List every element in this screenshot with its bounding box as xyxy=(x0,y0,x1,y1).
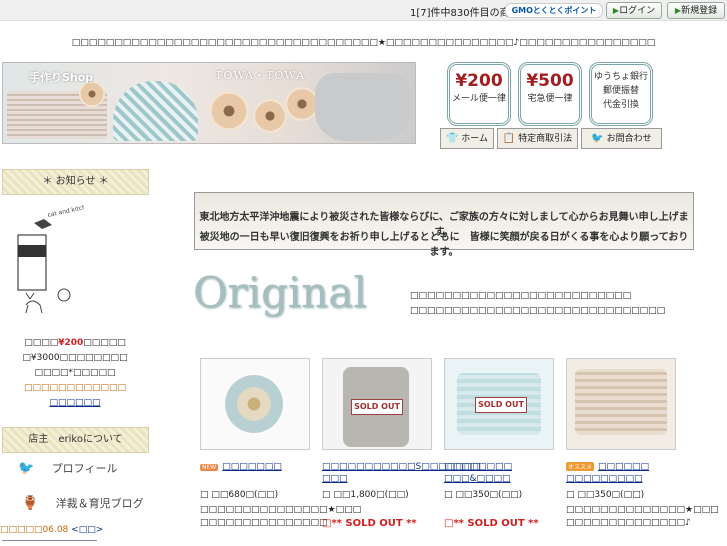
product-desc: □□□□□□□□□□□□□□♪ xyxy=(566,518,691,528)
product-name[interactable]: □□□□□□□□ xyxy=(444,462,512,472)
bird-icon: 🐦 xyxy=(591,133,604,144)
product-image-bag[interactable]: SOLD OUT xyxy=(322,358,432,450)
cat-kitchen-illustration: cat and kitchen xyxy=(17,202,94,314)
hat-image xyxy=(113,81,198,141)
courier-shipping-badge[interactable]: ¥500 宅急便一律 xyxy=(518,62,582,126)
badge-price: ¥500 xyxy=(526,71,574,91)
banner-brand-label: TOWA・TOWA xyxy=(215,69,306,82)
gmo-point-logo[interactable]: GMOとくとくポイント xyxy=(505,3,603,18)
note-line4: □□□□□□□□□□□□ xyxy=(23,383,127,393)
badge-price: ¥200 xyxy=(455,71,503,91)
shipping-note-post: □□□□□ xyxy=(83,338,126,348)
product-image-flower[interactable] xyxy=(200,358,310,450)
notice-line2: 被災地の一日も早い復旧復興をお祈り申し上げるとともに 皆様に笑顔が戻る日がくる事… xyxy=(199,232,689,258)
top-bar: 1[7]件中830件目の商品です GMOとくとくポイント ▶ログイン ▶新規登録 xyxy=(0,0,727,21)
home-label: ホーム xyxy=(461,134,489,144)
contact-label: お問合わせ xyxy=(606,134,652,144)
bag-image xyxy=(315,73,410,141)
flower-corsage-image xyxy=(225,375,283,433)
product-name-text: □□□□□□ xyxy=(598,462,650,472)
law-button[interactable]: 📋 特定商取引法 xyxy=(497,128,578,149)
shipping-price: ¥200 xyxy=(58,338,84,348)
detail-link[interactable]: □□□□□□ xyxy=(0,398,150,408)
flower-image xyxy=(285,87,319,121)
blog-link[interactable]: 🏺 洋裁＆育児ブログ xyxy=(22,495,144,517)
product-image-mask-2[interactable] xyxy=(566,358,676,450)
original-title: Original xyxy=(193,268,367,317)
product-name-cont[interactable]: □□□&□□□□ xyxy=(444,474,511,484)
profile-link[interactable]: 🐦 プロフィール xyxy=(18,460,117,482)
home-button[interactable]: 👕 ホーム xyxy=(440,128,494,149)
sold-out-tag: SOLD OUT xyxy=(475,397,527,413)
login-label: ログイン xyxy=(619,6,656,16)
blog-date-row: □□□□□06.08 <□□> xyxy=(0,525,103,535)
logo-text: cat and kitchen xyxy=(47,205,84,219)
original-text-2: □□□□□□□□□□□□□□□□□□□□□□□□□□□□□□ xyxy=(410,306,666,316)
document-icon: 📋 xyxy=(502,133,516,144)
header-message: □□□□□□□□□□□□□□□□□□□□□□□□□□□□□□□□□□□□★□□□… xyxy=(71,38,656,48)
new-badge: NEW xyxy=(200,464,219,471)
blog-label: 洋裁＆育児ブログ xyxy=(55,497,144,510)
mail-shipping-badge[interactable]: ¥200 メール便一律 xyxy=(447,62,511,126)
blog-link-partial[interactable] xyxy=(2,540,97,546)
product-name-cont[interactable]: □□□□□□□□□ xyxy=(566,474,643,484)
shirt-icon: 👕 xyxy=(445,133,459,144)
payment-cod: 代金引換 xyxy=(602,100,639,110)
product-image-mask[interactable]: SOLD OUT xyxy=(444,358,554,450)
register-label: 新規登録 xyxy=(681,6,718,16)
earthquake-notice: 東北地方太平洋沖地震により被災された皆様ならびに、ご家族の方々に対しまして心から… xyxy=(194,192,694,258)
pitcher-icon: 🏺 xyxy=(22,496,39,511)
bird-icon: 🐦 xyxy=(18,461,35,476)
banner-shop-label: 手作りShop xyxy=(29,71,94,84)
news-header: ＊ お知らせ ＊ xyxy=(2,169,149,195)
shipping-note-pre: □□□□ xyxy=(24,338,59,348)
login-button[interactable]: ▶ログイン xyxy=(606,2,662,19)
payment-yucho: ゆうちょ銀行 xyxy=(593,72,648,82)
product-name-text: □□□□□□□ xyxy=(222,462,282,472)
product-price: □ □□680□(□□) xyxy=(200,490,279,500)
product-desc: □□□□□□□□□□□□□□□★□□□ xyxy=(200,505,362,515)
product-name[interactable]: NEW □□□□□□□ xyxy=(200,462,282,472)
sold-out-label: □** SOLD OUT ** xyxy=(444,518,539,529)
product-name-cont[interactable]: □□□ xyxy=(322,474,348,484)
flower-image xyxy=(253,99,287,133)
mask-image xyxy=(575,369,667,435)
register-button[interactable]: ▶新規登録 xyxy=(667,2,725,19)
original-text-1: □□□□□□□□□□□□□□□□□□□□□□□□□□ xyxy=(410,291,632,301)
product-desc: □□□□□□□□□□□□□□★□□□ xyxy=(566,505,719,515)
blog-date-link[interactable]: <□□> xyxy=(71,525,103,535)
law-label: 特定商取引法 xyxy=(518,134,573,144)
product-name[interactable]: オススメ □□□□□□ xyxy=(566,462,649,472)
flower-image xyxy=(209,91,249,131)
product-desc: □□□□□□□□□□□□□□□ xyxy=(200,518,328,528)
sold-out-tag: SOLD OUT xyxy=(351,399,403,415)
profile-label: プロフィール xyxy=(51,462,118,475)
recommend-badge: オススメ xyxy=(566,462,595,471)
product-price: □ □□350□(□□) xyxy=(444,490,523,500)
payment-methods-badge[interactable]: ゆうちょ銀行 郵便振替 代金引換 xyxy=(589,62,653,126)
shipping-note: □□□□¥200□□□□□ xyxy=(0,338,150,348)
payment-furikae: 郵便振替 xyxy=(602,86,639,96)
sold-out-label: □** SOLD OUT ** xyxy=(322,518,417,529)
shop-banner[interactable]: 手作りShop TOWA・TOWA xyxy=(2,62,416,144)
badge-sub: 宅急便一律 xyxy=(527,94,573,104)
note-line3: □□□□*□□□□□ xyxy=(34,368,116,378)
blog-date: □□□□□06.08 xyxy=(0,525,69,535)
contact-button[interactable]: 🐦 お問合わせ xyxy=(581,128,662,149)
badge-sub: メール便一律 xyxy=(451,94,506,104)
free-shipping-note: □¥3000□□□□□□□□ xyxy=(22,353,128,363)
product-price: □ □□350□(□□) xyxy=(566,490,645,500)
product-price: □ □□1,800□(□□) xyxy=(322,490,409,500)
owner-header: 店主 erikoについて xyxy=(2,427,149,453)
cat-kitchen-logo: cat and kitchen xyxy=(4,202,94,325)
